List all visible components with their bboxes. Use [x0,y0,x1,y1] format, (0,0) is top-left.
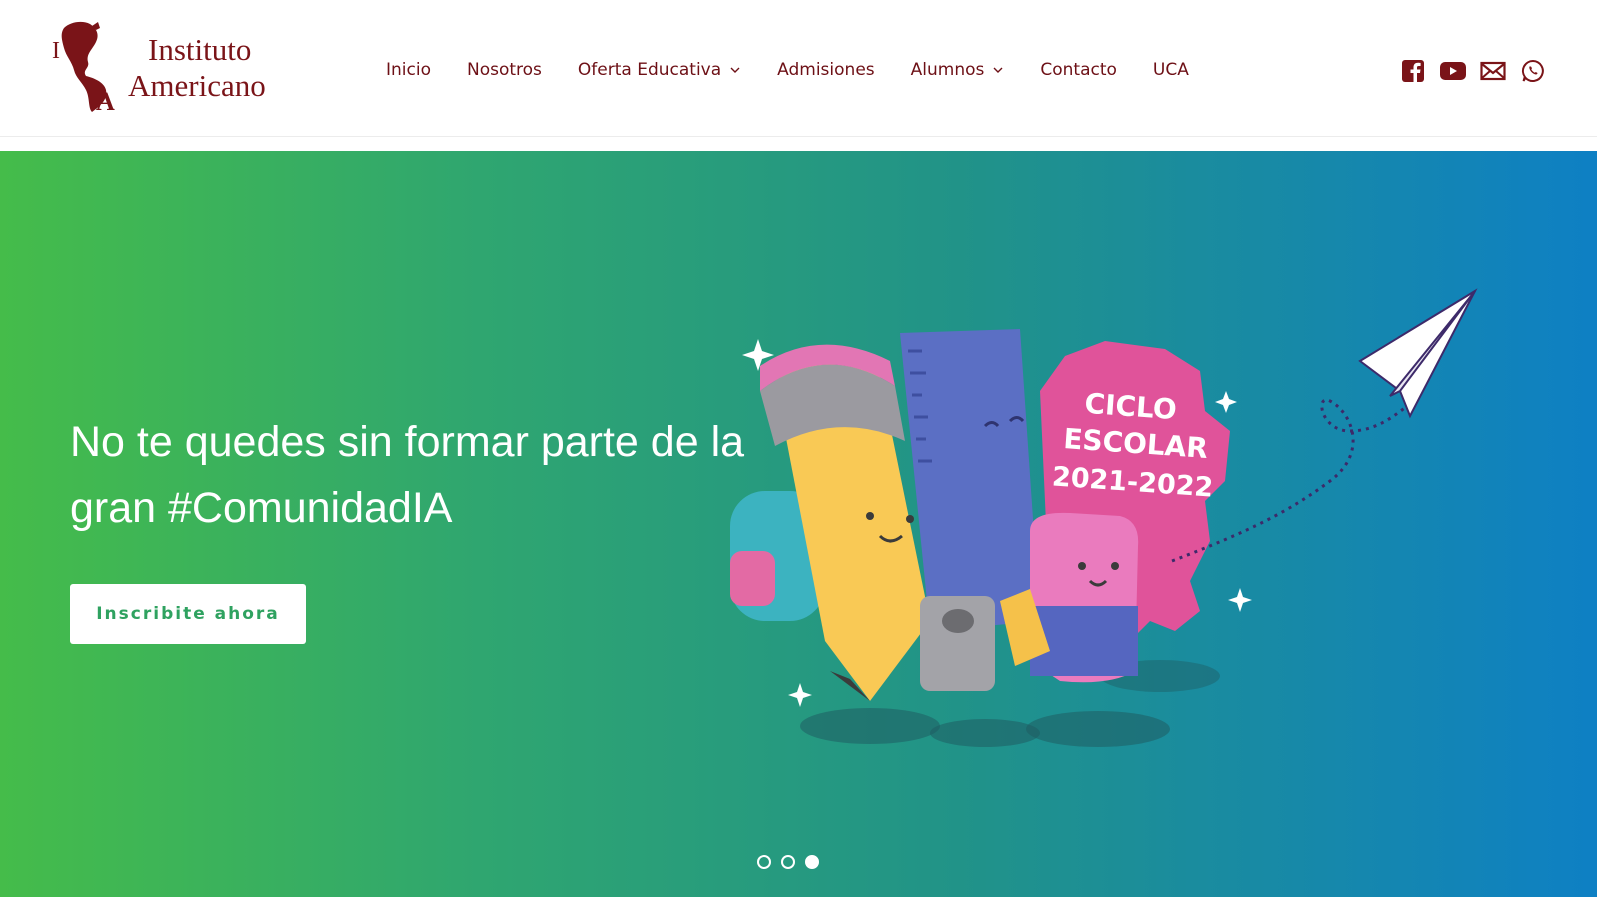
enroll-now-button[interactable]: Inscribite ahora [70,584,306,644]
whatsapp-icon[interactable] [1520,58,1546,84]
chevron-down-icon [993,67,1003,73]
paper-plane-icon [1358,288,1478,419]
back-to-school-illustration: CICLO ESCOLAR 2021-2022 [730,288,1478,747]
facebook-icon[interactable] [1400,58,1426,84]
mail-icon[interactable] [1480,58,1506,84]
slide-dot-2[interactable] [781,855,795,869]
nav-item-oferta-educativa[interactable]: Oferta Educativa [578,60,741,80]
americas-map-icon: I A [52,21,115,116]
svg-text:CICLO: CICLO [1084,387,1178,426]
logo-line-2: Americano [128,68,266,103]
slider-pagination [757,855,829,869]
slide-dot-1[interactable] [757,855,771,869]
svg-text:I: I [52,38,60,64]
logo-line-1: Instituto [148,32,252,67]
nav-item-admisiones[interactable]: Admisiones [777,60,874,80]
slide-dot-3[interactable] [805,855,819,869]
main-navigation: Inicio Nosotros Oferta Educativa Admisio… [386,56,1225,84]
svg-text:A: A [96,87,115,116]
nav-item-nosotros[interactable]: Nosotros [467,60,542,80]
nav-item-alumnos[interactable]: Alumnos [911,60,1005,80]
nav-item-contacto[interactable]: Contacto [1040,60,1117,80]
site-logo[interactable]: I A Instituto Americano [52,20,297,116]
social-links [1400,58,1560,84]
nav-item-uca[interactable]: UCA [1153,60,1189,80]
chevron-down-icon [730,67,740,73]
nav-item-inicio[interactable]: Inicio [386,60,431,80]
site-header: I A Instituto Americano Inicio Nosotros … [0,0,1597,137]
hero-slider: No te quedes sin formar parte de la gran… [0,151,1597,897]
hero-title: No te quedes sin formar parte de la gran… [70,418,745,532]
logo-text: Instituto Americano [128,32,266,104]
youtube-icon[interactable] [1440,58,1466,84]
